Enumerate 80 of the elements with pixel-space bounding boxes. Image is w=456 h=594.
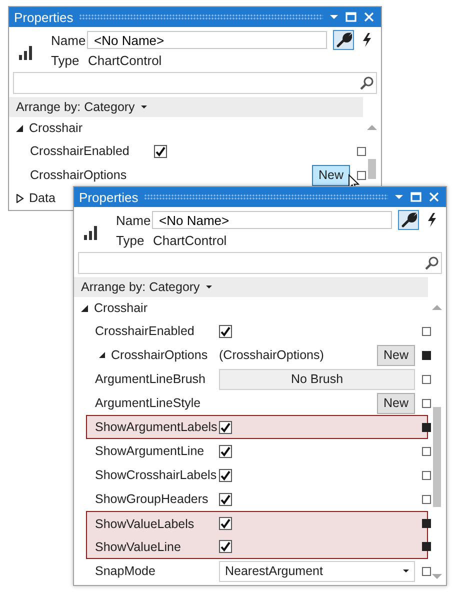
name-field[interactable]: <No Name> — [87, 31, 327, 49]
triangle-icon[interactable] — [16, 124, 24, 132]
window-title: Properties — [79, 190, 138, 204]
type-label: Type — [51, 52, 80, 68]
property-marker[interactable] — [422, 519, 431, 528]
property-marker[interactable] — [422, 542, 431, 551]
property-marker[interactable] — [422, 494, 431, 504]
property-name: ShowCrosshairLabels — [95, 468, 217, 482]
caret-icon[interactable] — [140, 103, 148, 111]
name-field[interactable]: <No Name> — [152, 211, 392, 229]
bar-chart-icon — [84, 226, 98, 240]
checkbox[interactable] — [219, 324, 232, 338]
checkbox[interactable] — [219, 492, 232, 506]
type-value: ChartControl — [87, 52, 162, 68]
scroll-thumb[interactable] — [433, 407, 441, 507]
bar-chart-icon — [19, 46, 33, 60]
category-header[interactable]: Crosshair — [94, 301, 148, 315]
property-value: (CrosshairOptions) — [219, 348, 325, 362]
property-marker[interactable] — [357, 170, 366, 180]
property-name: ShowArgumentLabels — [95, 420, 218, 434]
name-label: Name — [116, 212, 152, 228]
property-marker[interactable] — [422, 566, 431, 576]
property-name: CrosshairEnabled — [30, 144, 130, 158]
checkbox[interactable] — [219, 468, 232, 482]
property-marker[interactable] — [422, 398, 431, 408]
search-field[interactable] — [13, 72, 377, 94]
search-icon[interactable] — [360, 76, 374, 90]
lightning-icon[interactable] — [426, 213, 438, 227]
property-marker[interactable] — [422, 470, 431, 480]
close-icon[interactable] — [363, 11, 375, 23]
maximize-icon[interactable] — [345, 11, 357, 23]
search-icon[interactable] — [425, 256, 439, 270]
search-field[interactable] — [78, 252, 442, 274]
checkbox[interactable] — [154, 144, 167, 158]
checkbox[interactable] — [219, 540, 232, 553]
property-name: CrosshairOptions — [111, 348, 208, 362]
dropdown-field[interactable]: NearestArgument — [219, 560, 415, 582]
triangle-icon[interactable] — [81, 304, 89, 312]
caret-icon[interactable] — [204, 283, 213, 291]
new-button[interactable]: New — [377, 344, 415, 366]
property-name: ShowValueLabels — [95, 516, 194, 530]
brush-button[interactable]: No Brush — [219, 368, 415, 390]
property-name: CrosshairEnabled — [95, 324, 194, 338]
property-name: ShowValueLine — [95, 540, 181, 554]
property-marker[interactable] — [422, 326, 431, 336]
window-title: Properties — [14, 10, 74, 24]
property-name: ArgumentLineStyle — [95, 396, 201, 410]
property-name: CrosshairOptions — [30, 168, 127, 182]
category-header[interactable]: Data — [29, 191, 56, 205]
title-grip[interactable] — [79, 14, 323, 20]
name-label: Name — [51, 32, 87, 48]
new-button[interactable]: New — [312, 164, 350, 186]
property-name: ShowGroupHeaders — [95, 492, 208, 506]
triangle-icon[interactable] — [99, 352, 106, 358]
property-marker[interactable] — [422, 446, 431, 456]
property-name: SnapMode — [95, 564, 156, 578]
checkbox[interactable] — [219, 517, 232, 530]
new-button[interactable]: New — [377, 392, 415, 414]
caret-icon[interactable] — [402, 567, 410, 575]
type-value: ChartControl — [152, 232, 227, 248]
checkbox[interactable] — [219, 444, 232, 458]
dropdown-icon[interactable] — [329, 12, 339, 22]
dropdown-icon[interactable] — [394, 192, 404, 202]
maximize-icon[interactable] — [410, 191, 422, 203]
property-name: ShowArgumentLine — [95, 444, 204, 458]
property-marker[interactable] — [357, 146, 366, 156]
scroll-thumb[interactable] — [368, 159, 376, 179]
title-grip[interactable] — [144, 194, 388, 200]
close-icon[interactable] — [428, 191, 440, 203]
triangle-icon[interactable] — [16, 194, 24, 202]
arrange-by-dropdown[interactable]: Arrange by: Category — [81, 280, 200, 294]
arrange-by-dropdown[interactable]: Arrange by: Category — [16, 100, 135, 114]
property-marker[interactable] — [422, 350, 431, 360]
property-marker[interactable] — [422, 422, 431, 432]
lightning-icon[interactable] — [360, 33, 372, 47]
type-label: Type — [116, 232, 146, 248]
checkbox[interactable] — [219, 420, 232, 434]
property-name: ArgumentLineBrush — [95, 372, 206, 386]
property-marker[interactable] — [422, 374, 431, 384]
category-header[interactable]: Crosshair — [29, 121, 82, 135]
